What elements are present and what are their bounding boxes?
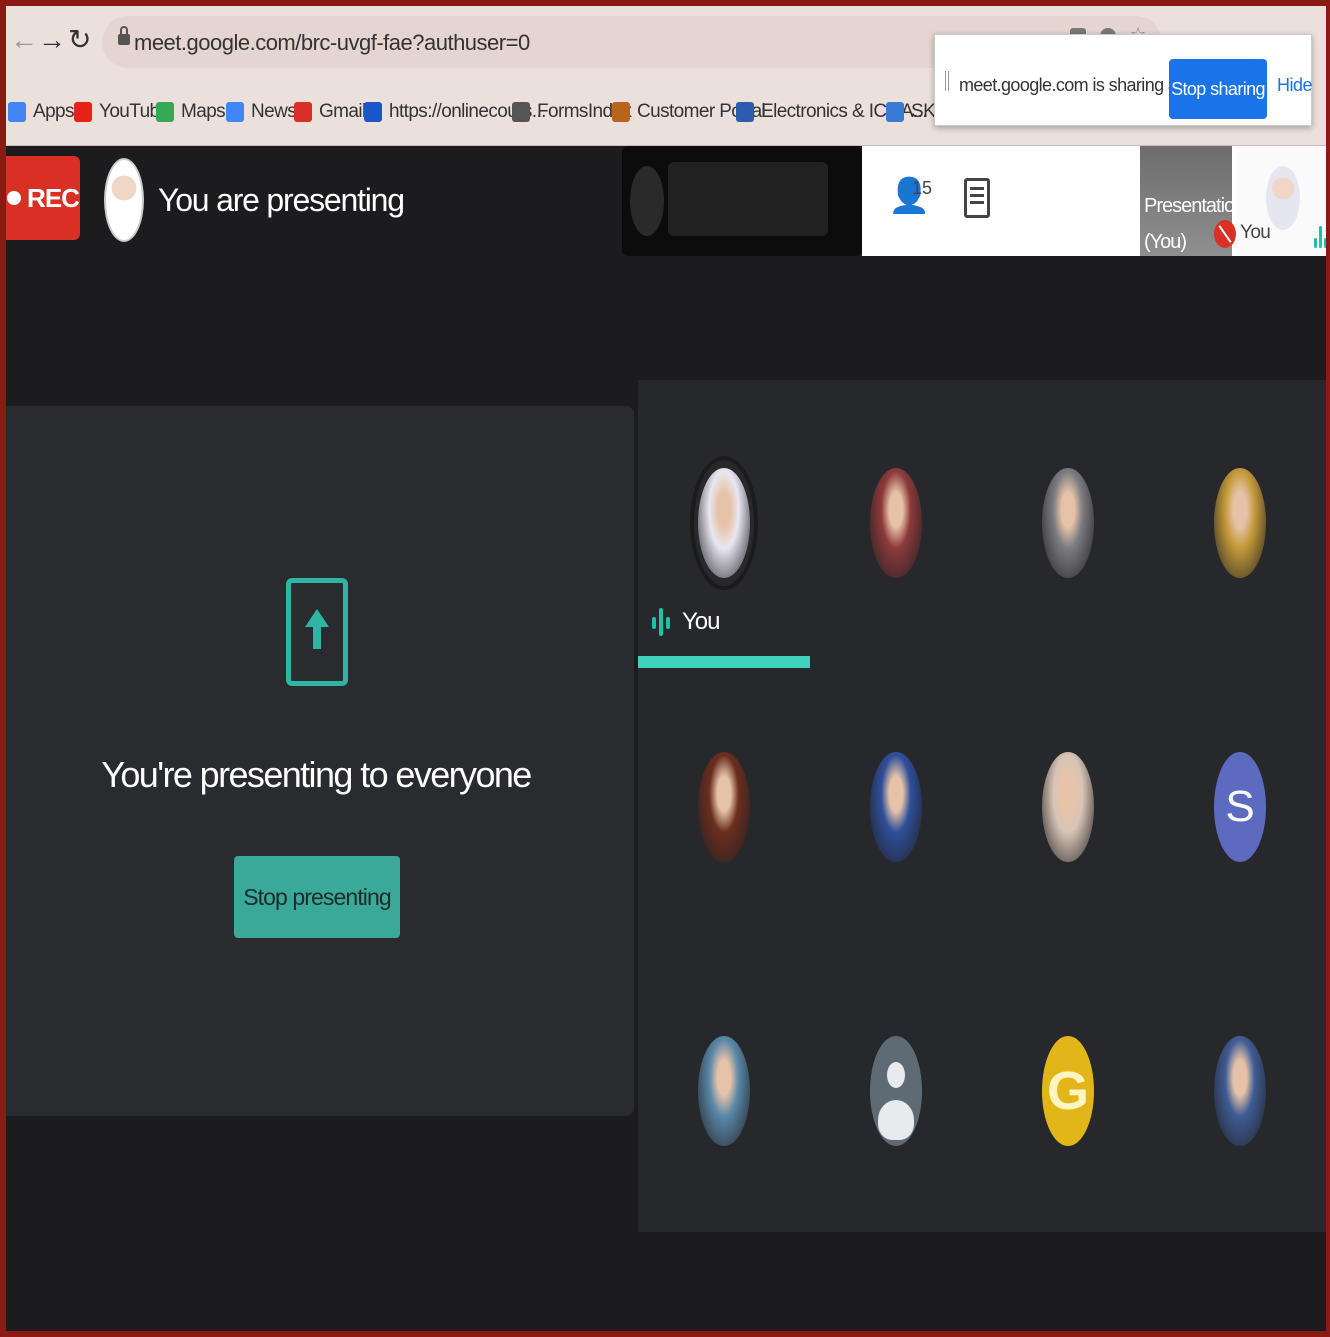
record-dot-icon bbox=[7, 191, 22, 205]
participant-tile[interactable] bbox=[810, 664, 982, 948]
participant-tile[interactable] bbox=[982, 664, 1154, 948]
participant-strip: 👤 15 Presentation (You) You bbox=[622, 146, 1326, 256]
participant-grid: You S G bbox=[638, 380, 1326, 1232]
screen: ← → ↻ meet.google.com/brc-uvgf-fae?authu… bbox=[6, 6, 1326, 1331]
avatar bbox=[1042, 752, 1094, 862]
default-avatar-icon bbox=[870, 1036, 922, 1146]
bookmark-label: Gmail bbox=[319, 101, 366, 122]
audio-level-icon bbox=[652, 608, 670, 638]
forms-icon bbox=[512, 102, 530, 122]
video-tile[interactable] bbox=[622, 146, 862, 256]
presenting-message: You're presenting to everyone bbox=[101, 754, 532, 795]
participant-tile[interactable] bbox=[810, 948, 982, 1232]
self-video-tile[interactable]: You bbox=[1236, 146, 1326, 256]
stop-sharing-button[interactable]: Stop sharing bbox=[1169, 59, 1267, 119]
self-participant-tile[interactable]: You bbox=[638, 380, 810, 668]
skct-icon bbox=[886, 102, 904, 122]
participant-tile[interactable] bbox=[638, 664, 810, 948]
avatar bbox=[1214, 468, 1266, 578]
avatar bbox=[698, 752, 750, 862]
electronics-icon bbox=[736, 102, 754, 122]
presentation-tile[interactable]: Presentation (You) bbox=[1140, 146, 1245, 256]
lock-icon bbox=[118, 26, 130, 46]
recording-badge: REC bbox=[6, 156, 80, 240]
self-tile-label: You bbox=[1240, 222, 1271, 243]
avatar-initial: S bbox=[1225, 782, 1255, 831]
gmail-icon bbox=[294, 102, 312, 122]
audio-level-icon bbox=[1314, 224, 1326, 248]
avatar bbox=[1266, 166, 1300, 230]
bookmark-item[interactable]: Apps bbox=[8, 98, 75, 126]
participant-name: You bbox=[682, 608, 720, 635]
participant-tile[interactable]: S bbox=[1154, 664, 1326, 948]
avatar bbox=[870, 468, 922, 578]
participant-tile[interactable] bbox=[810, 380, 982, 664]
sharing-notification: meet.google.com is sharing a window. Sto… bbox=[934, 34, 1313, 126]
muted-mic-icon bbox=[1214, 220, 1236, 248]
avatar bbox=[1042, 468, 1094, 578]
meeting-controls-panel: 👤 15 Presentation (You) You bbox=[862, 146, 1326, 256]
presenting-status: You are presenting bbox=[158, 182, 405, 218]
link-icon bbox=[364, 102, 382, 122]
avatar: S bbox=[1214, 752, 1266, 862]
avatar bbox=[1214, 1036, 1266, 1146]
participant-tile[interactable] bbox=[1154, 380, 1326, 664]
maps-icon bbox=[156, 102, 174, 122]
participant-tile[interactable]: G bbox=[982, 948, 1154, 1232]
people-count: 15 bbox=[912, 178, 933, 198]
bookmark-label: News bbox=[251, 101, 297, 122]
drag-handle-icon[interactable] bbox=[945, 71, 949, 91]
avatar bbox=[698, 468, 750, 578]
portal-icon bbox=[612, 102, 630, 122]
bookmark-label: Maps bbox=[181, 101, 226, 122]
stop-presenting-button[interactable]: Stop presenting bbox=[234, 856, 400, 938]
chat-icon[interactable] bbox=[964, 178, 990, 218]
avatar bbox=[870, 752, 922, 862]
participant-tile[interactable] bbox=[982, 380, 1154, 664]
youtube-icon bbox=[74, 102, 92, 122]
participant-tile[interactable] bbox=[1154, 948, 1326, 1232]
bookmark-label: Apps bbox=[33, 101, 75, 122]
url-text: meet.google.com/brc-uvgf-fae?authuser=0 bbox=[134, 30, 530, 55]
avatar bbox=[698, 1036, 750, 1146]
bookmark-item[interactable]: Gmail bbox=[294, 98, 366, 126]
avatar: G bbox=[1042, 1036, 1094, 1146]
news-icon bbox=[226, 102, 244, 122]
bookmark-item[interactable]: News bbox=[226, 98, 297, 126]
apps-grid-icon bbox=[8, 102, 26, 122]
presentation-panel: You're presenting to everyone Stop prese… bbox=[6, 406, 634, 1116]
reload-icon[interactable]: ↻ bbox=[68, 26, 91, 54]
avatar-initial: G bbox=[1046, 1061, 1089, 1121]
back-arrow-icon[interactable]: ← bbox=[10, 26, 38, 54]
present-screen-icon bbox=[286, 578, 348, 686]
forward-arrow-icon[interactable]: → bbox=[38, 26, 66, 54]
hide-link[interactable]: Hide bbox=[1277, 75, 1313, 96]
bookmark-item[interactable]: Maps bbox=[156, 98, 226, 126]
rec-label: REC bbox=[27, 182, 80, 213]
avatar bbox=[104, 158, 144, 242]
participant-tile[interactable] bbox=[638, 948, 810, 1232]
